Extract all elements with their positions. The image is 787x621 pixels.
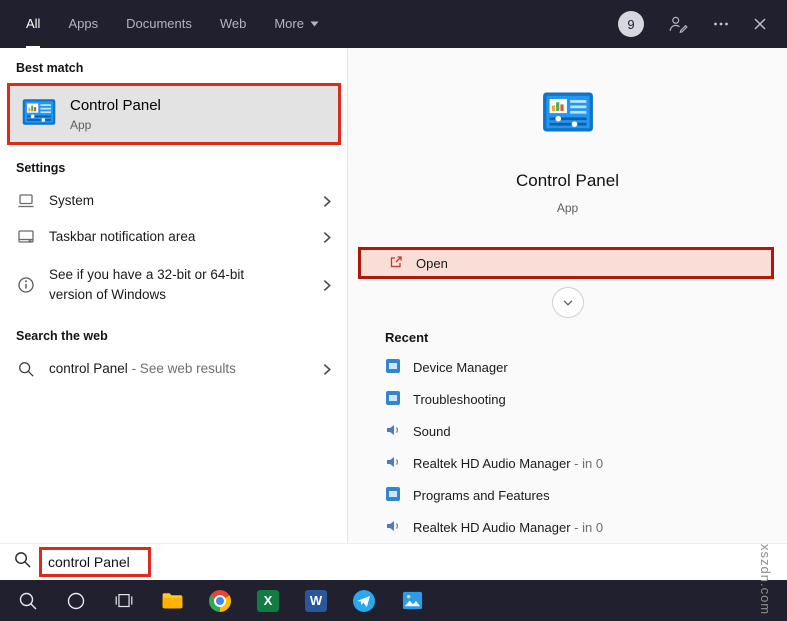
search-icon bbox=[13, 550, 32, 574]
tab-more[interactable]: More bbox=[274, 0, 319, 48]
troubleshooting-icon bbox=[385, 390, 401, 409]
results-column: Best match Control Panel App Settings Sy… bbox=[0, 48, 348, 543]
feedback-person-icon[interactable] bbox=[667, 13, 689, 35]
result-label: System bbox=[49, 191, 94, 211]
recent-header: Recent bbox=[385, 330, 787, 345]
taskbar-telegram-button[interactable] bbox=[340, 580, 388, 621]
photos-icon bbox=[401, 589, 424, 612]
best-match-result-control-panel[interactable]: Control Panel App bbox=[7, 83, 341, 145]
taskbar: X W bbox=[0, 580, 787, 621]
chevron-right-icon bbox=[320, 279, 333, 292]
search-results-area: Best match Control Panel App Settings Sy… bbox=[0, 48, 787, 543]
close-icon[interactable] bbox=[753, 17, 767, 31]
control-panel-icon bbox=[22, 95, 56, 134]
result-web-search[interactable]: control Panel - See web results bbox=[0, 351, 347, 387]
cortana-icon bbox=[65, 590, 87, 612]
result-taskbar-notification-area[interactable]: Taskbar notification area bbox=[0, 219, 347, 255]
expand-preview-button[interactable] bbox=[552, 287, 584, 318]
search-icon bbox=[16, 360, 36, 378]
open-icon bbox=[388, 254, 404, 273]
control-panel-icon-large bbox=[542, 86, 594, 143]
watermark: xszdn.com bbox=[758, 544, 773, 615]
chevron-right-icon bbox=[320, 195, 333, 208]
preview-app-subtitle: App bbox=[557, 201, 578, 215]
taskbar-photos-button[interactable] bbox=[388, 580, 436, 621]
chevron-right-icon bbox=[320, 231, 333, 244]
search-web-header: Search the web bbox=[16, 329, 331, 343]
web-query-text: control Panel bbox=[49, 361, 128, 376]
taskbar-task-view-button[interactable] bbox=[100, 580, 148, 621]
best-match-subtitle: App bbox=[70, 118, 161, 132]
system-icon bbox=[16, 191, 36, 211]
result-label: See if you have a 32-bit or 64-bit versi… bbox=[49, 265, 287, 304]
taskbar-settings-icon bbox=[16, 227, 36, 247]
search-filter-tabs: All Apps Documents Web More bbox=[0, 0, 319, 48]
open-label: Open bbox=[416, 256, 448, 271]
result-32-64-bit[interactable]: See if you have a 32-bit or 64-bit versi… bbox=[0, 255, 347, 315]
result-label: Taskbar notification area bbox=[49, 227, 195, 247]
sound-speaker-icon bbox=[385, 422, 401, 441]
recent-item-label: Realtek HD Audio Manager - in 0 bbox=[413, 456, 603, 471]
preview-app-title: Control Panel bbox=[516, 171, 619, 191]
programs-features-icon bbox=[385, 486, 401, 505]
realtek-audio-icon bbox=[385, 518, 401, 537]
tab-all[interactable]: All bbox=[26, 0, 40, 48]
taskbar-cortana-button[interactable] bbox=[52, 580, 100, 621]
recent-item-label: Programs and Features bbox=[413, 488, 550, 503]
search-input[interactable] bbox=[39, 547, 151, 577]
result-system[interactable]: System bbox=[0, 183, 347, 219]
best-match-text: Control Panel App bbox=[70, 97, 161, 132]
caret-down-icon bbox=[310, 21, 319, 27]
best-match-header: Best match bbox=[16, 61, 331, 75]
chevron-down-icon bbox=[561, 296, 575, 310]
taskbar-search-button[interactable] bbox=[4, 580, 52, 621]
recent-item-label: Sound bbox=[413, 424, 451, 439]
recent-section: Recent Device Manager Troubleshooting So… bbox=[348, 330, 787, 543]
windows-search-flyout: All Apps Documents Web More 9 Best bbox=[0, 0, 787, 621]
tab-more-label: More bbox=[274, 16, 304, 31]
realtek-audio-icon bbox=[385, 454, 401, 473]
recent-item-troubleshooting[interactable]: Troubleshooting bbox=[385, 383, 787, 415]
recent-item-realtek-2[interactable]: Realtek HD Audio Manager - in 0 bbox=[385, 511, 787, 543]
recent-item-label: Troubleshooting bbox=[413, 392, 506, 407]
open-button[interactable]: Open bbox=[358, 247, 774, 279]
taskbar-chrome-button[interactable] bbox=[196, 580, 244, 621]
recent-item-device-manager[interactable]: Device Manager bbox=[385, 351, 787, 383]
taskbar-file-explorer-button[interactable] bbox=[148, 580, 196, 621]
preview-column: Control Panel App Open Recent Device Man… bbox=[348, 48, 787, 543]
taskbar-excel-button[interactable]: X bbox=[244, 580, 292, 621]
recent-item-programs-features[interactable]: Programs and Features bbox=[385, 479, 787, 511]
best-match-title: Control Panel bbox=[70, 97, 161, 114]
info-icon bbox=[16, 275, 36, 295]
file-explorer-icon bbox=[160, 588, 185, 613]
search-header: All Apps Documents Web More 9 bbox=[0, 0, 787, 48]
word-icon: W bbox=[305, 590, 327, 612]
excel-icon: X bbox=[257, 590, 279, 612]
tab-apps[interactable]: Apps bbox=[68, 0, 98, 48]
chevron-right-icon bbox=[320, 363, 333, 376]
header-actions: 9 bbox=[618, 0, 787, 48]
recent-item-label: Realtek HD Audio Manager - in 0 bbox=[413, 520, 603, 535]
telegram-icon bbox=[352, 589, 376, 613]
taskbar-search-box bbox=[0, 543, 787, 580]
recent-item-sound[interactable]: Sound bbox=[385, 415, 787, 447]
taskbar-word-button[interactable]: W bbox=[292, 580, 340, 621]
result-label: control Panel - See web results bbox=[49, 359, 236, 379]
search-icon bbox=[17, 590, 39, 612]
device-manager-icon bbox=[385, 358, 401, 377]
task-view-icon bbox=[113, 590, 135, 612]
web-suffix-text: - See web results bbox=[128, 361, 236, 376]
notification-badge[interactable]: 9 bbox=[618, 11, 644, 37]
recent-item-realtek-1[interactable]: Realtek HD Audio Manager - in 0 bbox=[385, 447, 787, 479]
tab-web[interactable]: Web bbox=[220, 0, 247, 48]
more-options-icon[interactable] bbox=[712, 15, 730, 33]
recent-item-label: Device Manager bbox=[413, 360, 508, 375]
chrome-icon bbox=[209, 590, 231, 612]
tab-documents[interactable]: Documents bbox=[126, 0, 192, 48]
settings-header: Settings bbox=[16, 161, 331, 175]
